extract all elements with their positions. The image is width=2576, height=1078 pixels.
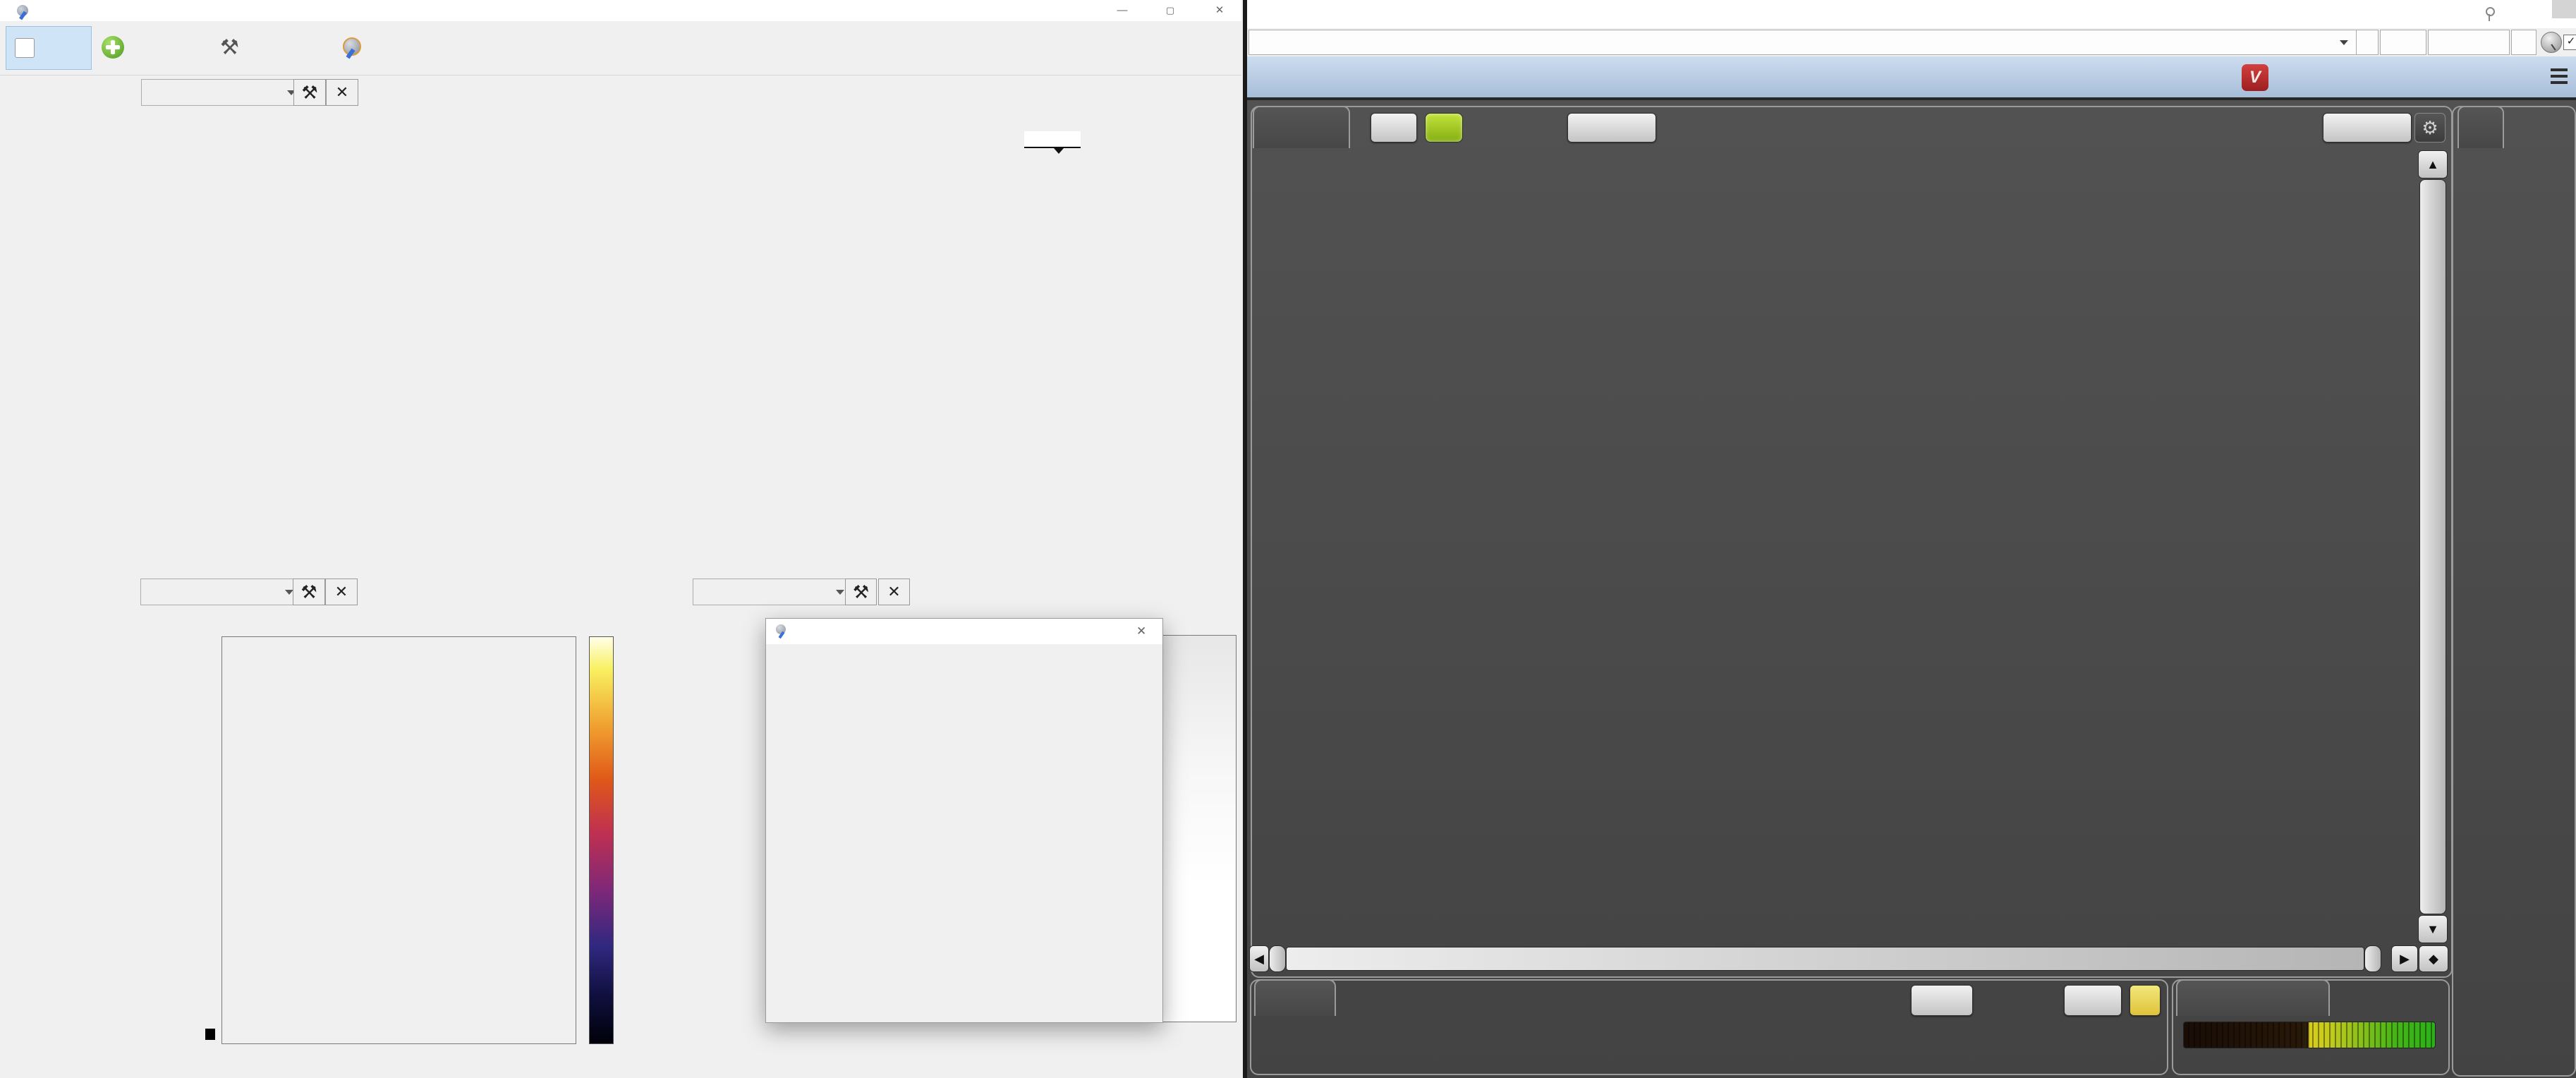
octave-dock-settings-button[interactable]: ⚒ — [845, 579, 877, 605]
spectrogram-dock-close-button[interactable]: ✕ — [325, 579, 358, 605]
gear-icon[interactable]: ⚙ — [2414, 113, 2446, 143]
octave-dock-close-button[interactable]: ✕ — [878, 579, 910, 605]
dialog-body — [766, 644, 1162, 1022]
hscroll-right-knob[interactable] — [2364, 945, 2381, 972]
reset-button[interactable] — [1911, 985, 1973, 1016]
close-icon: ✕ — [336, 83, 348, 102]
maximize-button[interactable]: ▢ — [1150, 0, 1191, 21]
about-button[interactable] — [332, 26, 376, 68]
underlay-selector-button[interactable] — [1567, 113, 1656, 143]
span-toolbar: V — [1247, 56, 2576, 100]
spectrogram-dock-settings-button[interactable]: ⚒ — [293, 579, 325, 605]
fft-dock-close-button[interactable]: ✕ — [326, 79, 358, 106]
statistics-panel — [1250, 979, 2168, 1075]
spectrogram-dock-selector[interactable] — [140, 579, 300, 605]
span-window: ✓ V ⚙ ▲ ▼ ◀ — [1243, 0, 2576, 1078]
span-titlebar[interactable] — [1247, 0, 2576, 28]
screenshot-root: — ▢ ✕ ⚒ — [0, 0, 2576, 1078]
new-dock-icon — [102, 36, 124, 59]
tools-icon: ⚒ — [300, 581, 317, 603]
tools-icon: ⚒ — [853, 581, 869, 603]
max-frequency-marker-icon — [1054, 148, 1064, 154]
hold-button[interactable] — [1371, 113, 1417, 143]
span-preset-row: ✓ — [1247, 28, 2576, 57]
hscroll-left-knob[interactable] — [1269, 945, 1286, 972]
close-icon: ✕ — [887, 583, 900, 601]
dialog-close-button[interactable]: ✕ — [1136, 624, 1146, 638]
vertical-scrollbar-thumb[interactable] — [2419, 179, 2446, 914]
settings-button[interactable]: ⚒ — [212, 26, 254, 68]
friture-titlebar[interactable]: — ▢ ✕ — [0, 0, 1241, 21]
new-dock-button[interactable] — [93, 26, 139, 68]
about-friture-icon — [340, 37, 361, 58]
io-config-button[interactable] — [2428, 30, 2510, 55]
zoom-reset-button[interactable]: ◆ — [2419, 945, 2448, 972]
fft-spectrum-plot[interactable] — [201, 111, 1239, 523]
max-frequency-label — [1024, 131, 1081, 148]
param-button[interactable] — [2380, 30, 2426, 55]
horizontal-scrollbar-thumb[interactable] — [1286, 947, 2364, 971]
chevron-down-icon — [836, 590, 844, 595]
voxengo-logo-icon: V — [2242, 64, 2268, 91]
tab-correlation-meter[interactable] — [2176, 979, 2330, 1016]
bypass-checkbox[interactable]: ✓ — [2563, 35, 2576, 50]
dbfs-button[interactable] — [2064, 985, 2122, 1016]
spectrum-settings-dialog: ✕ — [765, 618, 1163, 1023]
chevron-down-icon — [2340, 40, 2348, 45]
friture-window: — ▢ ✕ ⚒ — [0, 0, 1241, 1078]
fft-dock-settings-button[interactable]: ⚒ — [293, 79, 326, 106]
stop-icon — [15, 38, 35, 58]
tab-spectrum[interactable] — [1253, 106, 1350, 148]
spectrum-color-button[interactable] — [1425, 113, 1463, 143]
ui-button[interactable] — [2511, 30, 2536, 55]
correlation-bar — [2183, 1022, 2436, 1048]
span-spectrum-plot[interactable] — [1258, 150, 2350, 907]
tab-out[interactable] — [2457, 106, 2504, 148]
close-button[interactable]: ✕ — [1199, 0, 1240, 21]
stop-button[interactable] — [6, 26, 92, 70]
octave-dock-selector[interactable] — [693, 579, 851, 605]
minimize-button[interactable]: — — [1102, 0, 1143, 21]
menu-hamburger-icon[interactable] — [2549, 66, 2570, 89]
preset-selector[interactable] — [1248, 30, 2357, 55]
pin-icon[interactable] — [2481, 6, 2497, 21]
fft-dock-selector[interactable] — [141, 79, 302, 106]
tab-statistics[interactable] — [1254, 979, 1336, 1016]
spectrogram-plot[interactable] — [221, 636, 576, 1044]
knob-icon[interactable] — [2541, 32, 2562, 53]
colorbar — [589, 636, 614, 1044]
scroll-right-button[interactable]: ▶ — [2391, 945, 2418, 972]
spectrogram-axis-corner — [205, 1029, 215, 1040]
scroll-left-button[interactable]: ◀ — [1249, 945, 1269, 972]
mode-selector-button[interactable] — [2323, 113, 2412, 143]
dialog-app-icon — [774, 624, 789, 638]
tools-icon: ⚒ — [301, 82, 317, 104]
settings-tools-icon: ⚒ — [220, 35, 239, 60]
friture-toolbar: ⚒ — [0, 21, 1241, 75]
out-panel — [2452, 106, 2576, 1077]
close-icon: ✕ — [335, 583, 348, 601]
host-corner-decoration — [2552, 0, 2576, 18]
preset-add-button[interactable] — [2356, 30, 2378, 55]
dialog-titlebar[interactable]: ✕ — [766, 619, 1162, 644]
tp-button[interactable] — [2130, 985, 2161, 1016]
scroll-down-button[interactable]: ▼ — [2418, 915, 2448, 943]
octave-spectrum-plot[interactable] — [1162, 635, 1237, 1022]
scroll-up-button[interactable]: ▲ — [2418, 150, 2448, 178]
